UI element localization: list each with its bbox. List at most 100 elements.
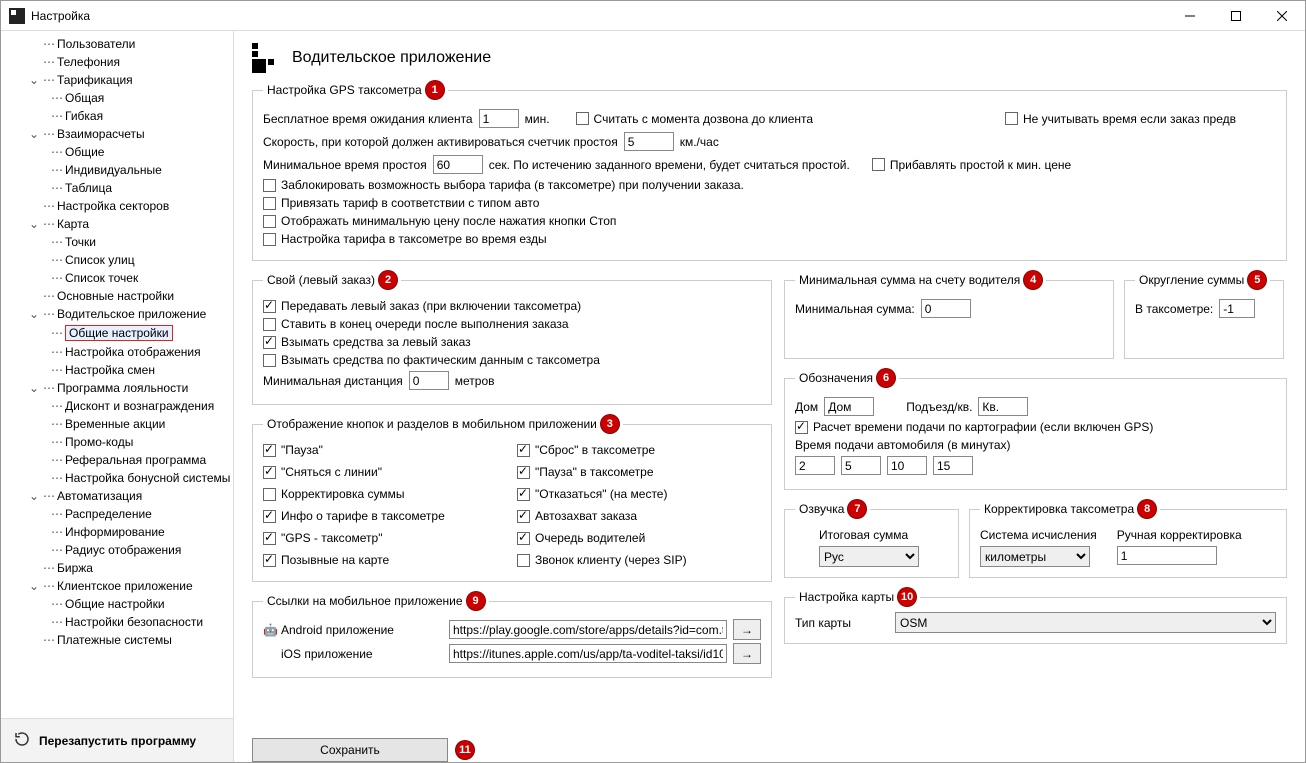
tree-item[interactable]: ⋯Телефония [1,53,233,71]
badge-1: 1 [426,81,444,99]
tree-item[interactable]: ⋯Общие [1,143,233,161]
corr-sum-checkbox[interactable] [263,488,276,501]
tree-item[interactable]: ⌄⋯Взаиморасчеты [1,125,233,143]
autocapture-checkbox[interactable] [517,510,530,523]
window-title: Настройка [31,9,1167,23]
time3-input[interactable] [887,456,927,475]
badge-2: 2 [379,271,397,289]
voice-lang-select[interactable]: Рус [819,546,919,567]
save-button[interactable]: Сохранить [252,738,448,762]
tree-item[interactable]: ⋯Реферальная программа [1,451,233,469]
marks-group: Обозначения 6 Дом Подъезд/кв. Расчет вре… [784,369,1287,490]
tree-item[interactable]: ⋯Основные настройки [1,287,233,305]
time4-input[interactable] [933,456,973,475]
callsigns-checkbox[interactable] [263,554,276,567]
tree-item[interactable]: ⋯Распределение [1,505,233,523]
tree-item[interactable]: ⋯Точки [1,233,233,251]
tariff-driving-checkbox[interactable] [263,233,276,246]
queue-checkbox[interactable] [517,532,530,545]
count-from-call-checkbox[interactable] [576,112,589,125]
sip-call-checkbox[interactable] [517,554,530,567]
manual-corr-input[interactable] [1117,546,1217,565]
badge-5: 5 [1248,271,1266,289]
reset-checkbox[interactable] [517,444,530,457]
pause-tax-checkbox[interactable] [517,466,530,479]
tree-item[interactable]: ⋯Настройка смен [1,361,233,379]
minimize-button[interactable] [1167,1,1213,31]
round-input[interactable] [1219,299,1255,318]
restart-icon [13,730,31,751]
app-icon [9,8,25,24]
gps-tax-checkbox[interactable] [263,532,276,545]
badge-11: 11 [456,741,474,759]
tree-item[interactable]: ⌄⋯Автоматизация [1,487,233,505]
badge-6: 6 [877,369,895,387]
min-dist-input[interactable] [409,371,449,390]
sidebar: ⋯Пользователи⋯Телефония⌄⋯Тарификация⋯Общ… [1,31,234,762]
tree-item[interactable]: ⌄⋯Тарификация [1,71,233,89]
tree-item[interactable]: ⋯Информирование [1,523,233,541]
tree-item[interactable]: ⋯Платежные системы [1,631,233,649]
tree-item[interactable]: ⋯Настройка бонусной системы [1,469,233,487]
tree-item[interactable]: ⋯Радиус отображения [1,541,233,559]
min-sum-input[interactable] [921,299,971,318]
tree-item[interactable]: ⋯Настройка отображения [1,343,233,361]
tree-item[interactable]: ⌄⋯Клиентское приложение [1,577,233,595]
idle-time-input[interactable] [433,155,483,174]
gps-group: Настройка GPS таксометра 1 Бесплатное вр… [252,81,1287,261]
bind-tariff-checkbox[interactable] [263,197,276,210]
maximize-button[interactable] [1213,1,1259,31]
lock-tariff-checkbox[interactable] [263,179,276,192]
page-icon [252,43,282,73]
refuse-checkbox[interactable] [517,488,530,501]
house-input[interactable] [824,397,874,416]
tree-item[interactable]: ⋯Настройки безопасности [1,613,233,631]
badge-10: 10 [898,588,916,606]
tree-item[interactable]: ⋯Пользователи [1,35,233,53]
system-select[interactable]: километры [980,546,1090,567]
time2-input[interactable] [841,456,881,475]
tree-item[interactable]: ⋯Индивидуальные [1,161,233,179]
idle-speed-input[interactable] [624,132,674,151]
ignore-time-checkbox[interactable] [1005,112,1018,125]
tree-item[interactable]: ⋯Общие настройки [1,595,233,613]
android-link-input[interactable] [449,620,727,639]
tree-item[interactable]: ⋯Общие настройки [1,323,233,343]
android-go-button[interactable]: → [733,619,761,640]
offline-checkbox[interactable] [263,466,276,479]
queue-end-checkbox[interactable] [263,318,276,331]
transfer-checkbox[interactable] [263,300,276,313]
pause-checkbox[interactable] [263,444,276,457]
own-order-group: Свой (левый заказ) 2 Передавать левый за… [252,271,772,405]
tree-item[interactable]: ⋯Временные акции [1,415,233,433]
free-wait-input[interactable] [479,109,519,128]
tree-item[interactable]: ⌄⋯Водительское приложение [1,305,233,323]
charge-fact-checkbox[interactable] [263,354,276,367]
charge-checkbox[interactable] [263,336,276,349]
tree-item[interactable]: ⌄⋯Карта [1,215,233,233]
gps-time-checkbox[interactable] [795,421,808,434]
tariff-info-checkbox[interactable] [263,510,276,523]
tree-item[interactable]: ⋯Таблица [1,179,233,197]
ios-link-input[interactable] [449,644,727,663]
time1-input[interactable] [795,456,835,475]
nav-tree[interactable]: ⋯Пользователи⋯Телефония⌄⋯Тарификация⋯Общ… [1,31,233,718]
tree-item[interactable]: ⋯Дисконт и вознаграждения [1,397,233,415]
tree-item[interactable]: ⋯Настройка секторов [1,197,233,215]
tree-item[interactable]: ⋯Список улиц [1,251,233,269]
tree-item[interactable]: ⌄⋯Программа лояльности [1,379,233,397]
tree-item[interactable]: ⋯Промо-коды [1,433,233,451]
round-group: Округление суммы 5 В таксометре: [1124,271,1284,359]
tree-item[interactable]: ⋯Общая [1,89,233,107]
ios-go-button[interactable]: → [733,643,761,664]
restart-button[interactable]: Перезапустить программу [1,718,233,762]
entrance-input[interactable] [978,397,1028,416]
tree-item[interactable]: ⋯Биржа [1,559,233,577]
add-idle-checkbox[interactable] [872,158,885,171]
tree-item[interactable]: ⋯Список точек [1,269,233,287]
close-button[interactable] [1259,1,1305,31]
voice-group: Озвучка 7 Итоговая сумма Рус [784,500,959,578]
map-type-select[interactable]: OSM [895,612,1276,633]
tree-item[interactable]: ⋯Гибкая [1,107,233,125]
show-min-checkbox[interactable] [263,215,276,228]
